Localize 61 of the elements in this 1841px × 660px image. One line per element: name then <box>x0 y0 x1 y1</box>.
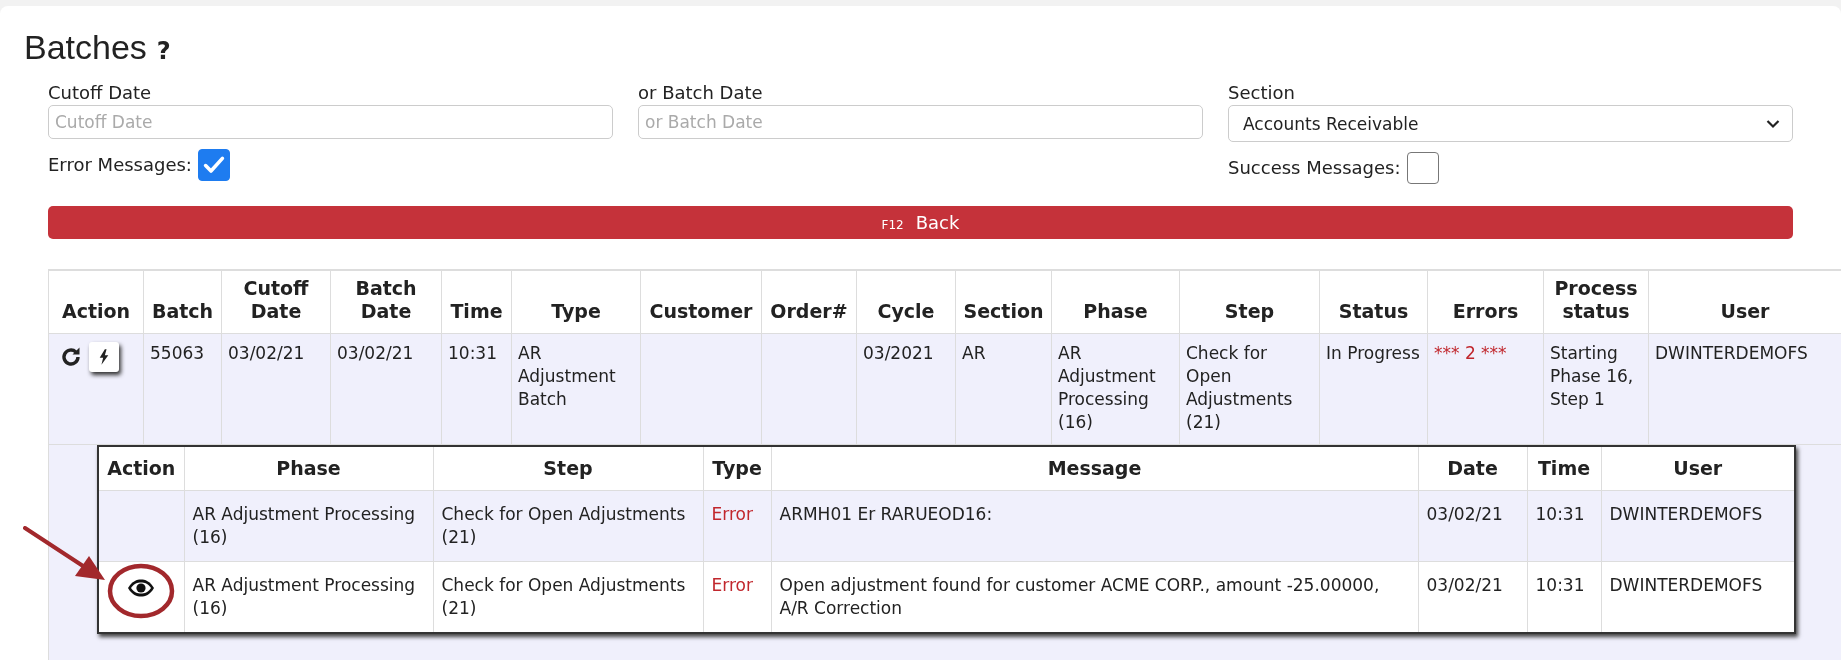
column-header: Action <box>98 446 184 491</box>
table-cell: 03/02/21 <box>330 333 442 445</box>
table-cell: DWINTERDEMOFS <box>1648 333 1841 445</box>
column-header: Phase <box>184 446 433 491</box>
table-cell: AR Adjustment Processing (16) <box>184 490 433 562</box>
field-label: Cutoff Date <box>48 81 152 105</box>
column-header: User <box>1648 270 1841 334</box>
eye-icon[interactable] <box>127 578 156 598</box>
column-header: Process status <box>1543 270 1649 334</box>
table-cell: ARMH01 Er RARUEOD16: <box>771 490 1418 562</box>
table-cell: Check for Open Adjustments (21) <box>433 490 703 562</box>
column-header: Action <box>48 270 144 334</box>
column-header: Order# <box>761 270 857 334</box>
column-header: Date <box>1418 446 1527 491</box>
column-header: Section <box>955 270 1052 334</box>
column-header: Cutoff Date <box>221 270 331 334</box>
column-header: Time <box>441 270 512 334</box>
table-cell: 55063 <box>143 333 222 445</box>
table-cell: AR Adjustment Processing (16) <box>1051 333 1180 445</box>
column-header: Type <box>511 270 641 334</box>
table-cell: AR <box>955 333 1052 445</box>
table-cell: Check for Open Adjustments (21) <box>1179 333 1320 445</box>
checkbox-label: Error Messages: <box>48 153 192 177</box>
table-cell: Error <box>703 490 771 562</box>
column-header: Step <box>1179 270 1320 334</box>
column-header: Phase <box>1051 270 1180 334</box>
help-icon[interactable]: ? <box>156 37 171 65</box>
column-header: Batch <box>143 270 222 334</box>
field-label: or Batch Date <box>638 81 763 105</box>
section-dropdown[interactable]: Accounts Receivable <box>1228 105 1793 142</box>
page-title: Batches <box>24 28 147 67</box>
column-header: Message <box>771 446 1418 491</box>
table-cell: 10:31 <box>1527 490 1601 562</box>
column-header: Customer <box>640 270 762 334</box>
table-cell: 10:31 <box>441 333 512 445</box>
checkbox[interactable] <box>1406 152 1439 184</box>
cutoff-date-field[interactable]: Cutoff Date <box>48 105 613 139</box>
table-cell: Starting Phase 16, Step 1 <box>1543 333 1649 445</box>
table-cell: DWINTERDEMOFS <box>1601 490 1795 562</box>
refresh-icon[interactable] <box>59 345 83 369</box>
back-button[interactable]: F12 Back <box>48 206 1793 239</box>
column-header: Status <box>1319 270 1428 334</box>
column-header: Batch Date <box>330 270 442 334</box>
table-cell: 03/02/21 <box>221 333 331 445</box>
column-header: Type <box>703 446 771 491</box>
column-header: Cycle <box>856 270 956 334</box>
table-cell: In Progress <box>1319 333 1428 445</box>
table-cell: *** 2 *** <box>1427 333 1544 445</box>
batch-date-field[interactable]: or Batch Date <box>638 105 1203 139</box>
column-header: Time <box>1527 446 1601 491</box>
field-label: Section <box>1228 81 1295 105</box>
checkbox[interactable] <box>197 149 230 181</box>
chevron-down-icon <box>1766 118 1780 129</box>
checkbox-label: Success Messages: <box>1228 156 1401 180</box>
table-cell: AR Adjustment Batch <box>511 333 641 445</box>
column-header: Errors <box>1427 270 1544 334</box>
lightning-button[interactable] <box>89 342 119 372</box>
column-header: Step <box>433 446 703 491</box>
table-cell: 03/02/21 <box>1418 490 1527 562</box>
table-cell: 03/2021 <box>856 333 956 445</box>
lightning-icon <box>98 348 110 366</box>
